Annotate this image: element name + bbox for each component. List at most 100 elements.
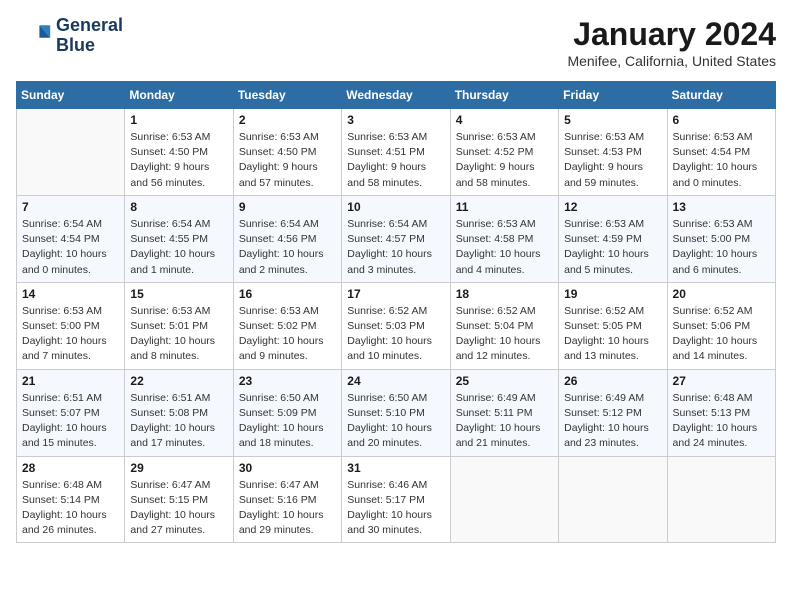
day-info: Sunrise: 6:54 AMSunset: 4:57 PMDaylight:… — [347, 217, 444, 278]
calendar-cell: 24 Sunrise: 6:50 AMSunset: 5:10 PMDayligh… — [342, 369, 450, 456]
day-number: 21 — [22, 374, 119, 388]
day-info: Sunrise: 6:53 AMSunset: 4:50 PMDaylight:… — [239, 130, 336, 191]
day-info: Sunrise: 6:53 AMSunset: 4:54 PMDaylight:… — [673, 130, 770, 191]
calendar-cell: 9 Sunrise: 6:54 AMSunset: 4:56 PMDaylight… — [233, 195, 341, 282]
calendar-cell: 20 Sunrise: 6:52 AMSunset: 5:06 PMDayligh… — [667, 282, 775, 369]
day-info: Sunrise: 6:49 AMSunset: 5:12 PMDaylight:… — [564, 391, 661, 452]
calendar-cell: 31 Sunrise: 6:46 AMSunset: 5:17 PMDayligh… — [342, 456, 450, 543]
calendar-cell: 16 Sunrise: 6:53 AMSunset: 5:02 PMDayligh… — [233, 282, 341, 369]
calendar-cell: 14Sunrise: 6:53 AMSunset: 5:00 PMDayligh… — [17, 282, 125, 369]
day-number: 8 — [130, 200, 227, 214]
day-info: Sunrise: 6:53 AMSunset: 4:58 PMDaylight:… — [456, 217, 553, 278]
calendar-week-4: 21Sunrise: 6:51 AMSunset: 5:07 PMDayligh… — [17, 369, 776, 456]
day-number: 2 — [239, 113, 336, 127]
day-number: 7 — [22, 200, 119, 214]
day-number: 5 — [564, 113, 661, 127]
day-number: 27 — [673, 374, 770, 388]
weekday-header-sunday: Sunday — [17, 82, 125, 109]
calendar-cell: 28 Sunrise: 6:48 AMSunset: 5:14 PMDayligh… — [17, 456, 125, 543]
day-number: 28 — [22, 461, 119, 475]
calendar-cell: 18Sunrise: 6:52 AMSunset: 5:04 PMDayligh… — [450, 282, 558, 369]
logo: General Blue — [16, 16, 123, 56]
weekday-header-thursday: Thursday — [450, 82, 558, 109]
weekday-header-saturday: Saturday — [667, 82, 775, 109]
day-info: Sunrise: 6:47 AMSunset: 5:16 PMDaylight:… — [239, 478, 336, 539]
weekday-header-tuesday: Tuesday — [233, 82, 341, 109]
day-info: Sunrise: 6:53 AMSunset: 4:51 PMDaylight:… — [347, 130, 444, 191]
calendar-week-3: 14Sunrise: 6:53 AMSunset: 5:00 PMDayligh… — [17, 282, 776, 369]
month-title: January 2024 — [567, 16, 776, 53]
day-number: 13 — [673, 200, 770, 214]
day-number: 24 — [347, 374, 444, 388]
day-number: 18 — [456, 287, 553, 301]
day-number: 11 — [456, 200, 553, 214]
day-info: Sunrise: 6:53 AMSunset: 4:52 PMDaylight:… — [456, 130, 553, 191]
day-number: 20 — [673, 287, 770, 301]
day-info: Sunrise: 6:54 AMSunset: 4:54 PMDaylight:… — [22, 217, 119, 278]
calendar-cell: 3 Sunrise: 6:53 AMSunset: 4:51 PMDaylight… — [342, 109, 450, 196]
title-block: January 2024 Menifee, California, United… — [567, 16, 776, 69]
day-number: 26 — [564, 374, 661, 388]
day-info: Sunrise: 6:52 AMSunset: 5:05 PMDaylight:… — [564, 304, 661, 365]
day-info: Sunrise: 6:46 AMSunset: 5:17 PMDaylight:… — [347, 478, 444, 539]
day-number: 12 — [564, 200, 661, 214]
calendar-cell: 15Sunrise: 6:53 AMSunset: 5:01 PMDayligh… — [125, 282, 233, 369]
day-info: Sunrise: 6:48 AMSunset: 5:14 PMDaylight:… — [22, 478, 119, 539]
calendar-week-2: 7 Sunrise: 6:54 AMSunset: 4:54 PMDaylight… — [17, 195, 776, 282]
day-info: Sunrise: 6:51 AMSunset: 5:08 PMDaylight:… — [130, 391, 227, 452]
logo-text: General Blue — [56, 16, 123, 56]
calendar-cell: 5 Sunrise: 6:53 AMSunset: 4:53 PMDaylight… — [559, 109, 667, 196]
logo-icon — [16, 18, 52, 54]
day-number: 3 — [347, 113, 444, 127]
calendar-cell: 10 Sunrise: 6:54 AMSunset: 4:57 PMDayligh… — [342, 195, 450, 282]
page-header: General Blue January 2024 Menifee, Calif… — [16, 16, 776, 69]
day-number: 9 — [239, 200, 336, 214]
day-number: 4 — [456, 113, 553, 127]
calendar-cell: 12Sunrise: 6:53 AMSunset: 4:59 PMDayligh… — [559, 195, 667, 282]
calendar-week-1: 1 Sunrise: 6:53 AMSunset: 4:50 PMDaylight… — [17, 109, 776, 196]
day-number: 1 — [130, 113, 227, 127]
weekday-header-friday: Friday — [559, 82, 667, 109]
calendar-cell: 21Sunrise: 6:51 AMSunset: 5:07 PMDayligh… — [17, 369, 125, 456]
day-info: Sunrise: 6:49 AMSunset: 5:11 PMDaylight:… — [456, 391, 553, 452]
calendar-cell — [450, 456, 558, 543]
weekday-header-row: SundayMondayTuesdayWednesdayThursdayFrid… — [17, 82, 776, 109]
day-info: Sunrise: 6:54 AMSunset: 4:55 PMDaylight:… — [130, 217, 227, 278]
calendar-cell — [559, 456, 667, 543]
weekday-header-monday: Monday — [125, 82, 233, 109]
day-number: 22 — [130, 374, 227, 388]
day-number: 16 — [239, 287, 336, 301]
day-info: Sunrise: 6:50 AMSunset: 5:09 PMDaylight:… — [239, 391, 336, 452]
day-info: Sunrise: 6:48 AMSunset: 5:13 PMDaylight:… — [673, 391, 770, 452]
calendar-cell: 25Sunrise: 6:49 AMSunset: 5:11 PMDayligh… — [450, 369, 558, 456]
day-number: 29 — [130, 461, 227, 475]
calendar-cell — [17, 109, 125, 196]
location: Menifee, California, United States — [567, 53, 776, 69]
calendar-cell: 6 Sunrise: 6:53 AMSunset: 4:54 PMDaylight… — [667, 109, 775, 196]
day-info: Sunrise: 6:50 AMSunset: 5:10 PMDaylight:… — [347, 391, 444, 452]
day-number: 17 — [347, 287, 444, 301]
day-info: Sunrise: 6:54 AMSunset: 4:56 PMDaylight:… — [239, 217, 336, 278]
calendar-cell: 7 Sunrise: 6:54 AMSunset: 4:54 PMDaylight… — [17, 195, 125, 282]
calendar-cell: 29Sunrise: 6:47 AMSunset: 5:15 PMDayligh… — [125, 456, 233, 543]
calendar-cell: 26 Sunrise: 6:49 AMSunset: 5:12 PMDayligh… — [559, 369, 667, 456]
day-info: Sunrise: 6:52 AMSunset: 5:06 PMDaylight:… — [673, 304, 770, 365]
calendar-cell: 4 Sunrise: 6:53 AMSunset: 4:52 PMDaylight… — [450, 109, 558, 196]
calendar-cell: 17 Sunrise: 6:52 AMSunset: 5:03 PMDayligh… — [342, 282, 450, 369]
day-number: 6 — [673, 113, 770, 127]
day-number: 14 — [22, 287, 119, 301]
calendar-week-5: 28 Sunrise: 6:48 AMSunset: 5:14 PMDayligh… — [17, 456, 776, 543]
day-number: 19 — [564, 287, 661, 301]
calendar-cell: 23 Sunrise: 6:50 AMSunset: 5:09 PMDayligh… — [233, 369, 341, 456]
day-info: Sunrise: 6:52 AMSunset: 5:03 PMDaylight:… — [347, 304, 444, 365]
day-info: Sunrise: 6:53 AMSunset: 4:53 PMDaylight:… — [564, 130, 661, 191]
day-number: 31 — [347, 461, 444, 475]
day-number: 10 — [347, 200, 444, 214]
calendar-cell: 22 Sunrise: 6:51 AMSunset: 5:08 PMDayligh… — [125, 369, 233, 456]
calendar-cell: 11 Sunrise: 6:53 AMSunset: 4:58 PMDayligh… — [450, 195, 558, 282]
day-number: 23 — [239, 374, 336, 388]
calendar-cell — [667, 456, 775, 543]
day-info: Sunrise: 6:53 AMSunset: 5:02 PMDaylight:… — [239, 304, 336, 365]
calendar-cell: 2 Sunrise: 6:53 AMSunset: 4:50 PMDaylight… — [233, 109, 341, 196]
calendar-cell: 8 Sunrise: 6:54 AMSunset: 4:55 PMDaylight… — [125, 195, 233, 282]
